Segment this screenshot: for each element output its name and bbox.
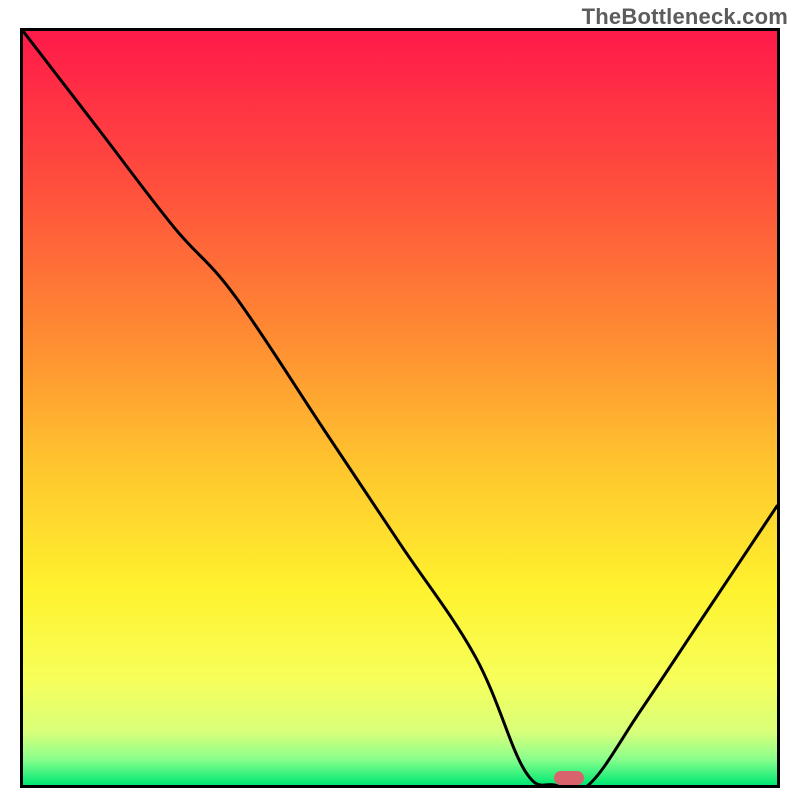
plot-area <box>20 28 780 788</box>
chart-root: TheBottleneck.com <box>0 0 800 800</box>
optimal-marker <box>554 771 584 785</box>
watermark-text: TheBottleneck.com <box>582 4 788 30</box>
bottleneck-curve <box>23 31 777 785</box>
